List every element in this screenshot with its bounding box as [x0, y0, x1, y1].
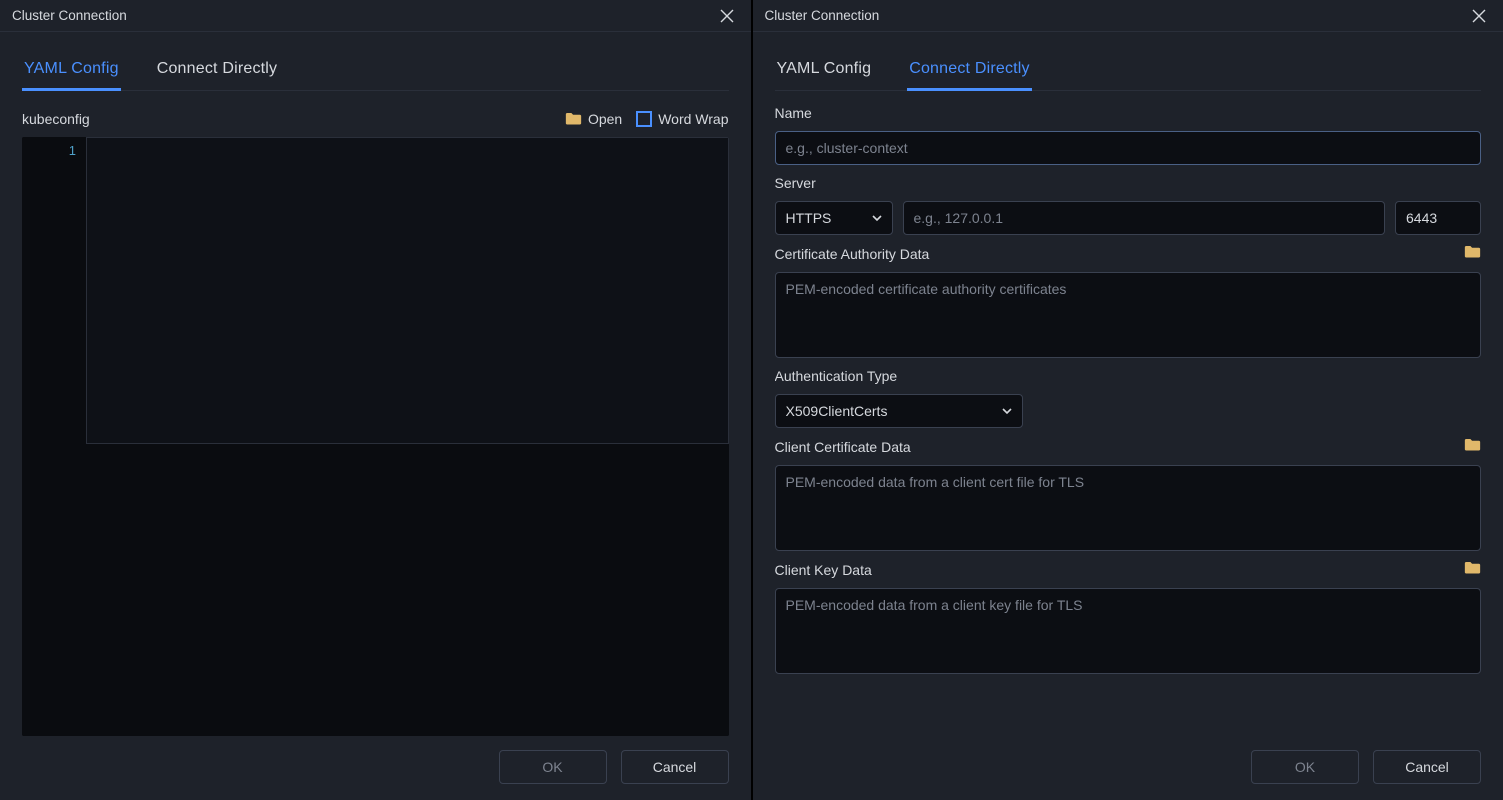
name-label: Name [775, 105, 1482, 121]
folder-icon [565, 112, 582, 126]
titlebar: Cluster Connection [753, 0, 1503, 32]
window-title: Cluster Connection [765, 8, 880, 23]
titlebar: Cluster Connection [0, 0, 751, 32]
cancel-button[interactable]: Cancel [621, 750, 729, 784]
word-wrap-toggle[interactable]: Word Wrap [636, 111, 728, 127]
open-file-button[interactable]: Open [565, 111, 622, 127]
client-key-label: Client Key Data [775, 561, 1482, 578]
ca-open-file-button[interactable] [1464, 245, 1481, 262]
ca-data-textarea[interactable] [775, 272, 1482, 358]
server-label: Server [775, 175, 1482, 191]
auth-type-label: Authentication Type [775, 368, 1482, 384]
editor-gutter: 1 [22, 137, 86, 736]
cancel-button[interactable]: Cancel [1373, 750, 1481, 784]
tab-connect-directly[interactable]: Connect Directly [907, 50, 1032, 91]
client-cert-textarea[interactable] [775, 465, 1482, 551]
editor-textarea[interactable] [86, 137, 729, 444]
tab-yaml-config[interactable]: YAML Config [22, 50, 121, 91]
ok-button[interactable]: OK [1251, 750, 1359, 784]
client-cert-open-file-button[interactable] [1464, 438, 1481, 455]
editor-line-number: 1 [22, 143, 76, 158]
ok-button[interactable]: OK [499, 750, 607, 784]
client-key-open-file-button[interactable] [1464, 561, 1481, 578]
folder-icon [1464, 561, 1481, 575]
folder-icon [1464, 438, 1481, 452]
window-connect-directly: Cluster Connection YAML Config Connect D… [753, 0, 1503, 800]
client-cert-label: Client Certificate Data [775, 438, 1482, 455]
close-button[interactable] [1463, 2, 1495, 30]
close-button[interactable] [711, 2, 743, 30]
kubeconfig-toolbar: kubeconfig Open Word Wrap [22, 111, 729, 127]
server-protocol-select[interactable]: HTTPS [775, 201, 893, 235]
kubeconfig-label: kubeconfig [22, 111, 90, 127]
server-port-input[interactable] [1395, 201, 1481, 235]
server-host-input[interactable] [903, 201, 1386, 235]
window-title: Cluster Connection [12, 8, 127, 23]
close-icon [1472, 9, 1486, 23]
dialog-footer: OK Cancel [22, 736, 729, 784]
open-file-label: Open [588, 111, 622, 127]
window-yaml-config: Cluster Connection YAML Config Connect D… [0, 0, 751, 800]
word-wrap-label: Word Wrap [658, 111, 728, 127]
checkbox-icon [636, 111, 652, 127]
tab-yaml-config[interactable]: YAML Config [775, 50, 874, 91]
tab-bar: YAML Config Connect Directly [775, 50, 1482, 91]
folder-icon [1464, 245, 1481, 259]
ca-data-label: Certificate Authority Data [775, 245, 1482, 262]
tab-bar: YAML Config Connect Directly [22, 50, 729, 91]
kubeconfig-editor[interactable]: 1 [22, 137, 729, 736]
name-input[interactable] [775, 131, 1482, 165]
auth-type-select[interactable]: X509ClientCerts [775, 394, 1023, 428]
close-icon [720, 9, 734, 23]
tab-connect-directly[interactable]: Connect Directly [155, 50, 280, 91]
dialog-footer: OK Cancel [775, 736, 1482, 784]
client-key-textarea[interactable] [775, 588, 1482, 674]
